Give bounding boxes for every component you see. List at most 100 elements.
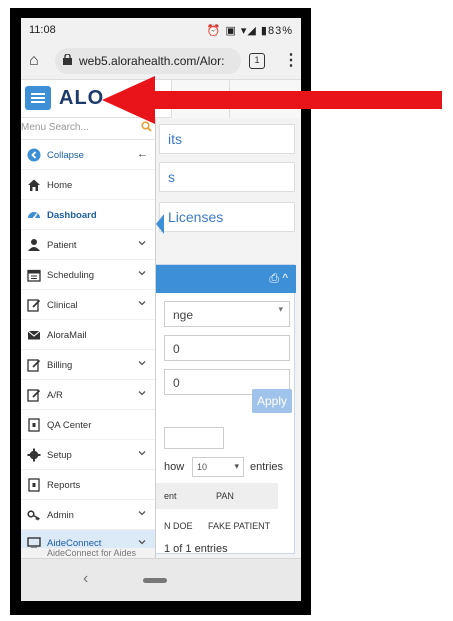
sidebar-item-label: Collapse: [47, 150, 84, 161]
sidebar-item-home[interactable]: Home: [21, 170, 155, 200]
chevron-down-icon: [138, 301, 146, 306]
sidebar-item-scheduling[interactable]: Scheduling: [21, 260, 155, 290]
sidebar-item-setup[interactable]: Setup: [21, 440, 155, 470]
home-pill-icon[interactable]: [143, 578, 167, 583]
sidebar-item-clinical[interactable]: Clinical: [21, 290, 155, 320]
sidebar-item-label: A/R: [47, 390, 63, 401]
header-tab: [229, 80, 301, 118]
android-nav-bar: ‹: [21, 558, 301, 601]
dashboard-card[interactable]: its: [159, 124, 295, 154]
print-collapse-icons[interactable]: ⎙ ^: [269, 271, 288, 286]
sidebar-menu: Menu Search... Collapse ← Home Dashboard…: [21, 118, 156, 558]
sidebar-item-label: Home: [47, 180, 73, 191]
collapse-icon: [27, 148, 41, 162]
chevron-down-icon: [138, 391, 146, 396]
table-cell[interactable]: FAKE PATIENT: [208, 521, 270, 531]
patients-panel: ⎙ ^ nge ▾ 0 0 Apply how 10 ▾ entries ent: [149, 264, 296, 555]
entries-select[interactable]: 10 ▾: [192, 457, 244, 477]
mail-icon: [27, 330, 41, 340]
lock-icon: [63, 54, 72, 65]
url-text: web5.alorahealth.com/Alor:: [79, 54, 225, 68]
search-input[interactable]: [164, 427, 224, 449]
sidebar-item-label: Admin: [47, 510, 74, 521]
apply-button[interactable]: Apply: [252, 389, 292, 413]
hamburger-menu-button[interactable]: [25, 86, 51, 110]
person-icon: [28, 239, 40, 251]
sidebar-item-label: Patient: [47, 240, 77, 251]
entries-label: entries: [250, 461, 284, 473]
column-header[interactable]: PAN: [216, 491, 234, 501]
filter-input-value: 0: [173, 342, 180, 356]
dashboard-card[interactable]: Licenses: [159, 202, 295, 232]
chevron-down-icon: [138, 511, 146, 516]
status-time: 11:08: [29, 24, 56, 36]
sidebar-item-label: Billing: [47, 360, 73, 371]
sidebar-item-dashboard[interactable]: Dashboard: [21, 200, 155, 230]
sidebar-item-label: Setup: [47, 450, 72, 461]
edit-icon: [27, 389, 41, 402]
dashboard-card[interactable]: s: [159, 162, 295, 192]
header-tab: [171, 80, 229, 118]
alora-logo: ALO: [59, 87, 105, 109]
hamburger-line: [31, 101, 45, 103]
url-field[interactable]: web5.alorahealth.com/Alor:: [55, 48, 241, 74]
sidebar-subitem-aideconnect-for-aides[interactable]: AideConnect for Aides: [21, 548, 155, 558]
active-item-pointer: [156, 214, 164, 234]
sidebar-item-label: QA Center: [47, 420, 92, 431]
search-icon[interactable]: [141, 121, 152, 132]
table-footer: 1 of 1 entries: [164, 543, 228, 555]
edit-icon: [27, 359, 41, 372]
sidebar-item-aloramail[interactable]: AloraMail: [21, 320, 155, 350]
sidebar-item-label: Reports: [47, 480, 81, 491]
sidebar-item-collapse[interactable]: Collapse ←: [21, 140, 155, 170]
table-cell[interactable]: N DOE: [164, 521, 193, 531]
range-select-value: nge: [173, 308, 194, 322]
sidebar-item-label: Dashboard: [47, 210, 97, 221]
menu-search[interactable]: Menu Search...: [21, 118, 155, 140]
table-header: ent PAN: [150, 483, 278, 509]
column-header[interactable]: ent: [164, 491, 177, 501]
tab-count-button[interactable]: 1: [249, 53, 265, 69]
hamburger-line: [31, 97, 45, 99]
status-bar: 11:08 ⏰ ▣ ▾◢ ▮83%: [21, 18, 301, 42]
file-icon: [28, 418, 40, 432]
sidebar-item-patient[interactable]: Patient: [21, 230, 155, 260]
home-icon: [28, 179, 40, 191]
sidebar-item-admin[interactable]: Admin: [21, 500, 155, 530]
panel-header: ⎙ ^: [150, 265, 296, 293]
menu-search-placeholder: Menu Search...: [21, 122, 89, 133]
entries-select-value: 10: [197, 462, 208, 472]
edit-icon: [27, 299, 41, 312]
chevron-down-icon: [138, 540, 146, 545]
calendar-icon: [27, 269, 41, 282]
chevron-down-icon: [138, 451, 146, 456]
app-header: ALO: [21, 80, 301, 118]
phone-screen: 11:08 ⏰ ▣ ▾◢ ▮83% ⌂ web5.alorahealth.com…: [21, 18, 301, 601]
key-icon: [27, 510, 40, 521]
sidebar-item-label: Clinical: [47, 300, 78, 311]
status-icons: ⏰ ▣ ▾◢ ▮83%: [206, 25, 293, 37]
sidebar-item-label: AloraMail: [47, 330, 87, 341]
chevron-down-icon: [138, 241, 146, 246]
home-icon[interactable]: ⌂: [29, 52, 39, 70]
sidebar-item-qa-center[interactable]: QA Center: [21, 410, 155, 440]
show-label: how: [164, 461, 185, 473]
file-icon: [28, 478, 40, 492]
sidebar-item-reports[interactable]: Reports: [21, 470, 155, 500]
filter-input-value: 0: [173, 376, 180, 390]
caret-icon: ▾: [234, 461, 239, 471]
range-select[interactable]: nge ▾: [164, 301, 290, 327]
chevron-down-icon: [138, 361, 146, 366]
chevron-down-icon: [138, 271, 146, 276]
arrow-left-icon: ←: [137, 148, 148, 160]
caret-icon: ▾: [278, 304, 283, 314]
filter-input[interactable]: 0: [164, 335, 290, 361]
dashboard-icon: [28, 212, 40, 220]
sidebar-item-billing[interactable]: Billing: [21, 350, 155, 380]
back-icon[interactable]: ‹: [83, 570, 88, 588]
sidebar-item-label: Scheduling: [47, 270, 95, 281]
sidebar-item-ar[interactable]: A/R: [21, 380, 155, 410]
more-menu-icon[interactable]: ⋮: [283, 50, 299, 70]
browser-toolbar: ⌂ web5.alorahealth.com/Alor: 1 ⋮: [21, 42, 301, 80]
hamburger-line: [31, 93, 45, 95]
